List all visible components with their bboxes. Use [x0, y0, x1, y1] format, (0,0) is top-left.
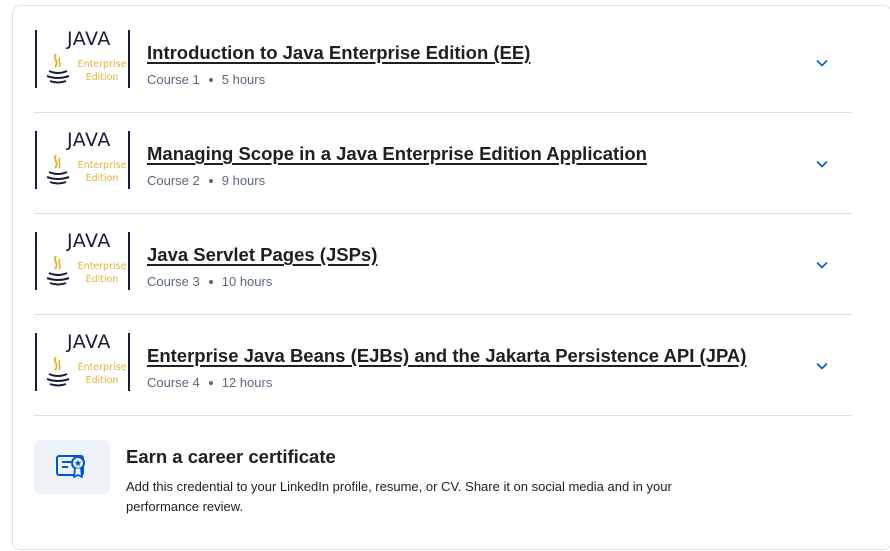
- thumbnail-java-word: JAVA: [67, 129, 111, 151]
- java-cup-icon: [46, 255, 70, 286]
- course-duration: 9 hours: [221, 173, 266, 188]
- course-number: Course 1: [147, 72, 200, 87]
- course-meta: Course 2 9 hours: [147, 173, 647, 188]
- course-title-link[interactable]: Java Servlet Pages (JSPs): [147, 244, 377, 266]
- course-meta: Course 1 5 hours: [147, 72, 530, 87]
- chevron-down-icon[interactable]: [814, 358, 830, 374]
- thumbnail-enterprise-word: Enterprise: [77, 362, 127, 373]
- career-certificate-section: Earn a career certificate Add this crede…: [34, 440, 852, 535]
- chevron-down-icon[interactable]: [814, 156, 830, 172]
- course-row-1[interactable]: JAVA Enterprise Edition Introduction to …: [34, 12, 852, 113]
- course-duration: 10 hours: [221, 274, 273, 289]
- chevron-down-icon[interactable]: [814, 55, 830, 71]
- certificate-icon-box: [34, 440, 110, 494]
- course-list: JAVA Enterprise Edition Introduction to …: [34, 12, 852, 416]
- certificate-title: Earn a career certificate: [126, 446, 336, 467]
- course-row-2[interactable]: JAVA Enterprise Edition Managing Scope i…: [34, 113, 852, 214]
- thumbnail-enterprise-word: Enterprise: [77, 59, 127, 70]
- separator-dot: [208, 279, 213, 284]
- course-meta: Course 4 12 hours: [147, 375, 746, 390]
- course-title-link[interactable]: Managing Scope in a Java Enterprise Edit…: [147, 143, 647, 165]
- course-title-link[interactable]: Enterprise Java Beans (EJBs) and the Jak…: [147, 345, 746, 367]
- java-cup-icon: [46, 356, 70, 387]
- course-number: Course 2: [147, 173, 200, 188]
- separator-dot: [208, 380, 213, 385]
- thumbnail-edition-word: Edition: [85, 274, 119, 285]
- certificate-icon: [56, 455, 85, 478]
- course-thumbnail: JAVA Enterprise Edition: [35, 129, 130, 189]
- course-meta: Course 3 10 hours: [147, 274, 377, 289]
- thumbnail-java-word: JAVA: [67, 230, 111, 252]
- thumbnail-enterprise-word: Enterprise: [77, 261, 127, 272]
- thumbnail-java-word: JAVA: [67, 28, 111, 50]
- thumbnail-edition-word: Edition: [85, 375, 119, 386]
- course-duration: 5 hours: [221, 72, 266, 87]
- course-number: Course 4: [147, 375, 200, 390]
- course-row-3[interactable]: JAVA Enterprise Edition Java Servlet Pag…: [34, 214, 852, 315]
- course-thumbnail: JAVA Enterprise Edition: [35, 331, 130, 391]
- course-thumbnail: JAVA Enterprise Edition: [35, 28, 130, 88]
- chevron-down-icon[interactable]: [814, 257, 830, 273]
- course-row-4[interactable]: JAVA Enterprise Edition Enterprise Java …: [34, 315, 852, 416]
- separator-dot: [208, 178, 213, 183]
- course-duration: 12 hours: [221, 375, 273, 390]
- thumbnail-edition-word: Edition: [85, 72, 119, 83]
- course-number: Course 3: [147, 274, 200, 289]
- certificate-description: Add this credential to your LinkedIn pro…: [126, 479, 672, 514]
- java-cup-icon: [46, 53, 70, 84]
- course-title-link[interactable]: Introduction to Java Enterprise Edition …: [147, 42, 530, 64]
- thumbnail-java-word: JAVA: [67, 331, 111, 353]
- java-cup-icon: [46, 154, 70, 185]
- course-thumbnail: JAVA Enterprise Edition: [35, 230, 130, 290]
- separator-dot: [208, 77, 213, 82]
- thumbnail-edition-word: Edition: [85, 173, 119, 184]
- thumbnail-enterprise-word: Enterprise: [77, 160, 127, 171]
